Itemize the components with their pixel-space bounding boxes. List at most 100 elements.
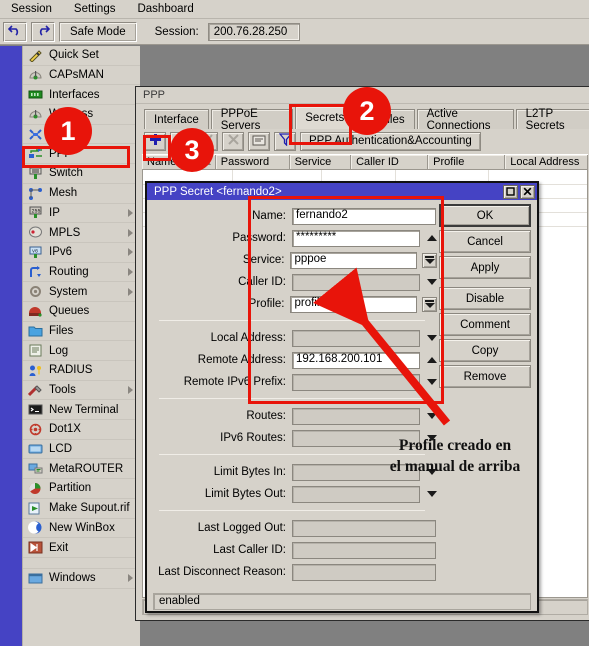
collapse-button-password[interactable] (427, 235, 437, 241)
ok-button[interactable]: OK (439, 204, 531, 227)
column-header-local-address[interactable]: Local Address (505, 155, 588, 169)
sidebar-item-new-terminal[interactable]: New Terminal (23, 400, 140, 421)
dropdown-button-profile[interactable] (422, 296, 437, 312)
field-input-local-address[interactable] (292, 329, 420, 347)
comment-secret-button[interactable] (248, 131, 270, 151)
field-input-remote-address[interactable]: 192.168.200.101 (292, 351, 420, 369)
expand-button-caller-id[interactable] (427, 279, 437, 285)
sidebar-item-system[interactable]: System (23, 282, 140, 302)
field-input-name[interactable]: fernando2 (292, 207, 436, 225)
expand-button-remote-ipv6-prefix[interactable] (427, 379, 437, 385)
menu-item-dashboard[interactable]: Dashboard (126, 2, 204, 16)
field-input-service[interactable]: pppoe (290, 251, 418, 269)
field-label-last-disconnect-reason: Last Disconnect Reason: (158, 566, 286, 578)
disable-button[interactable]: Disable (439, 287, 531, 310)
sidebar-item-exit[interactable]: Exit (23, 538, 140, 558)
dropdown-button-service[interactable] (422, 252, 437, 268)
sidebar-item-mesh[interactable]: Mesh (23, 184, 140, 204)
maximize-icon[interactable] (503, 184, 518, 199)
sidebar-item-make-supout-rif[interactable]: Make Supout.rif (23, 499, 140, 519)
sidebar-item-log[interactable]: Log (23, 341, 140, 361)
field-row-remote-ipv6-prefix: Remote IPv6 Prefix: (147, 372, 437, 392)
sidebar-item-label: Interfaces (49, 88, 100, 101)
field-row-last-caller-id: Last Caller ID: (147, 540, 437, 560)
collapse-button-remote-address[interactable] (427, 357, 437, 363)
tab-pppoe-servers[interactable]: PPPoE Servers (210, 108, 294, 132)
lcd-icon (27, 442, 43, 456)
wand-icon (27, 48, 43, 62)
column-header-service[interactable]: Service (289, 155, 352, 169)
expand-button-ipv6-routes[interactable] (427, 435, 437, 441)
sidebar-item-switch[interactable]: Switch (23, 164, 140, 184)
comment-button[interactable]: Comment (439, 313, 531, 336)
expand-button-limit-bytes-in[interactable] (427, 469, 437, 475)
terminal-icon (27, 403, 43, 417)
field-input-last-logged-out[interactable] (292, 519, 436, 537)
column-header-password[interactable]: Password (215, 155, 290, 169)
redo-arrow-icon (36, 24, 51, 39)
sidebar-item-tools[interactable]: Tools (23, 381, 140, 401)
field-label-ipv6-routes: IPv6 Routes: (220, 432, 286, 444)
copy-button[interactable]: Copy (439, 339, 531, 362)
sidebar-item-new-winbox[interactable]: New WinBox (23, 519, 140, 539)
sidebar-item-routing[interactable]: Routing (23, 263, 140, 283)
field-label-remote-ipv6-prefix: Remote IPv6 Prefix: (183, 376, 286, 388)
menu-item-settings[interactable]: Settings (63, 2, 127, 16)
sidebar-item-queues[interactable]: Queues (23, 302, 140, 322)
main-toolbar: Safe Mode Session: 200.76.28.250 (0, 19, 589, 45)
column-header-profile[interactable]: Profile (428, 155, 506, 169)
sidebar-item-interfaces[interactable]: Interfaces (23, 85, 140, 106)
field-input-password[interactable]: ********* (292, 229, 420, 247)
sidebar-item-dot1x[interactable]: Dot1X (23, 420, 140, 440)
field-input-ipv6-routes[interactable] (292, 429, 420, 447)
field-label-limit-bytes-in: Limit Bytes In: (213, 466, 286, 478)
field-input-last-disconnect-reason[interactable] (292, 563, 436, 581)
apply-button[interactable]: Apply (439, 256, 531, 279)
tab-interface[interactable]: Interface (144, 109, 209, 129)
sidebar-item-quick-set[interactable]: Quick Set (23, 46, 140, 66)
sidebar-item-lcd[interactable]: LCD (23, 440, 140, 460)
safe-mode-button[interactable]: Safe Mode (59, 21, 137, 42)
field-input-routes[interactable] (292, 407, 420, 425)
expand-button-limit-bytes-out[interactable] (427, 491, 437, 497)
sidebar-item-ipv6[interactable]: v6 IPv6 (23, 243, 140, 263)
add-secret-button[interactable] (144, 131, 166, 151)
expand-button-routes[interactable] (427, 413, 437, 419)
switch-icon (27, 166, 43, 180)
remove-button[interactable]: Remove (439, 365, 531, 388)
menu-item-session[interactable]: Session (0, 2, 63, 16)
sidebar-item-windows[interactable]: Windows (23, 569, 140, 589)
filter-button[interactable] (274, 131, 296, 151)
field-input-profile[interactable]: profile1 (290, 295, 418, 313)
sidebar-item-label: MPLS (49, 226, 81, 239)
session-address-field[interactable]: 200.76.28.250 (207, 22, 300, 41)
cancel-button[interactable]: Cancel (439, 230, 531, 253)
radius-key-icon (27, 363, 43, 377)
ppp-auth-accounting-button[interactable]: PPP Authentication&Accounting (300, 131, 481, 151)
sidebar-item-metarouter[interactable]: MetaROUTER (23, 459, 140, 480)
sidebar-item-files[interactable]: Files (23, 322, 140, 342)
field-input-limit-bytes-out[interactable] (292, 485, 420, 503)
field-label-profile: Profile: (248, 298, 285, 310)
close-icon[interactable] (520, 184, 535, 199)
sidebar-item-ip[interactable]: 255 IP (23, 204, 140, 224)
field-input-caller-id[interactable] (292, 273, 420, 291)
dialog-title-bar[interactable]: PPP Secret <fernando2> (147, 183, 537, 200)
sidebar-item-radius[interactable]: RADIUS (23, 361, 140, 381)
column-header-caller-id[interactable]: Caller ID (351, 155, 429, 169)
tab-active-connections[interactable]: Active Connections (416, 108, 514, 132)
field-input-remote-ipv6-prefix[interactable] (292, 373, 420, 391)
svg-text:v6: v6 (32, 248, 38, 254)
sidebar-item-mpls[interactable]: MPLS (23, 223, 140, 243)
field-input-limit-bytes-in[interactable] (292, 463, 420, 481)
sidebar-item-partition[interactable]: Partition (23, 479, 140, 499)
field-input-last-caller-id[interactable] (292, 541, 436, 559)
routing-icon (27, 265, 43, 279)
undo-button[interactable] (3, 21, 27, 42)
redo-button[interactable] (31, 21, 55, 42)
gear-icon (27, 285, 43, 299)
sidebar-item-capsman[interactable]: CAPsMAN (23, 66, 140, 86)
tab-l2tp-secrets[interactable]: L2TP Secrets (515, 108, 589, 132)
disable-secret-button[interactable] (222, 131, 244, 151)
expand-button-local-address[interactable] (427, 335, 437, 341)
